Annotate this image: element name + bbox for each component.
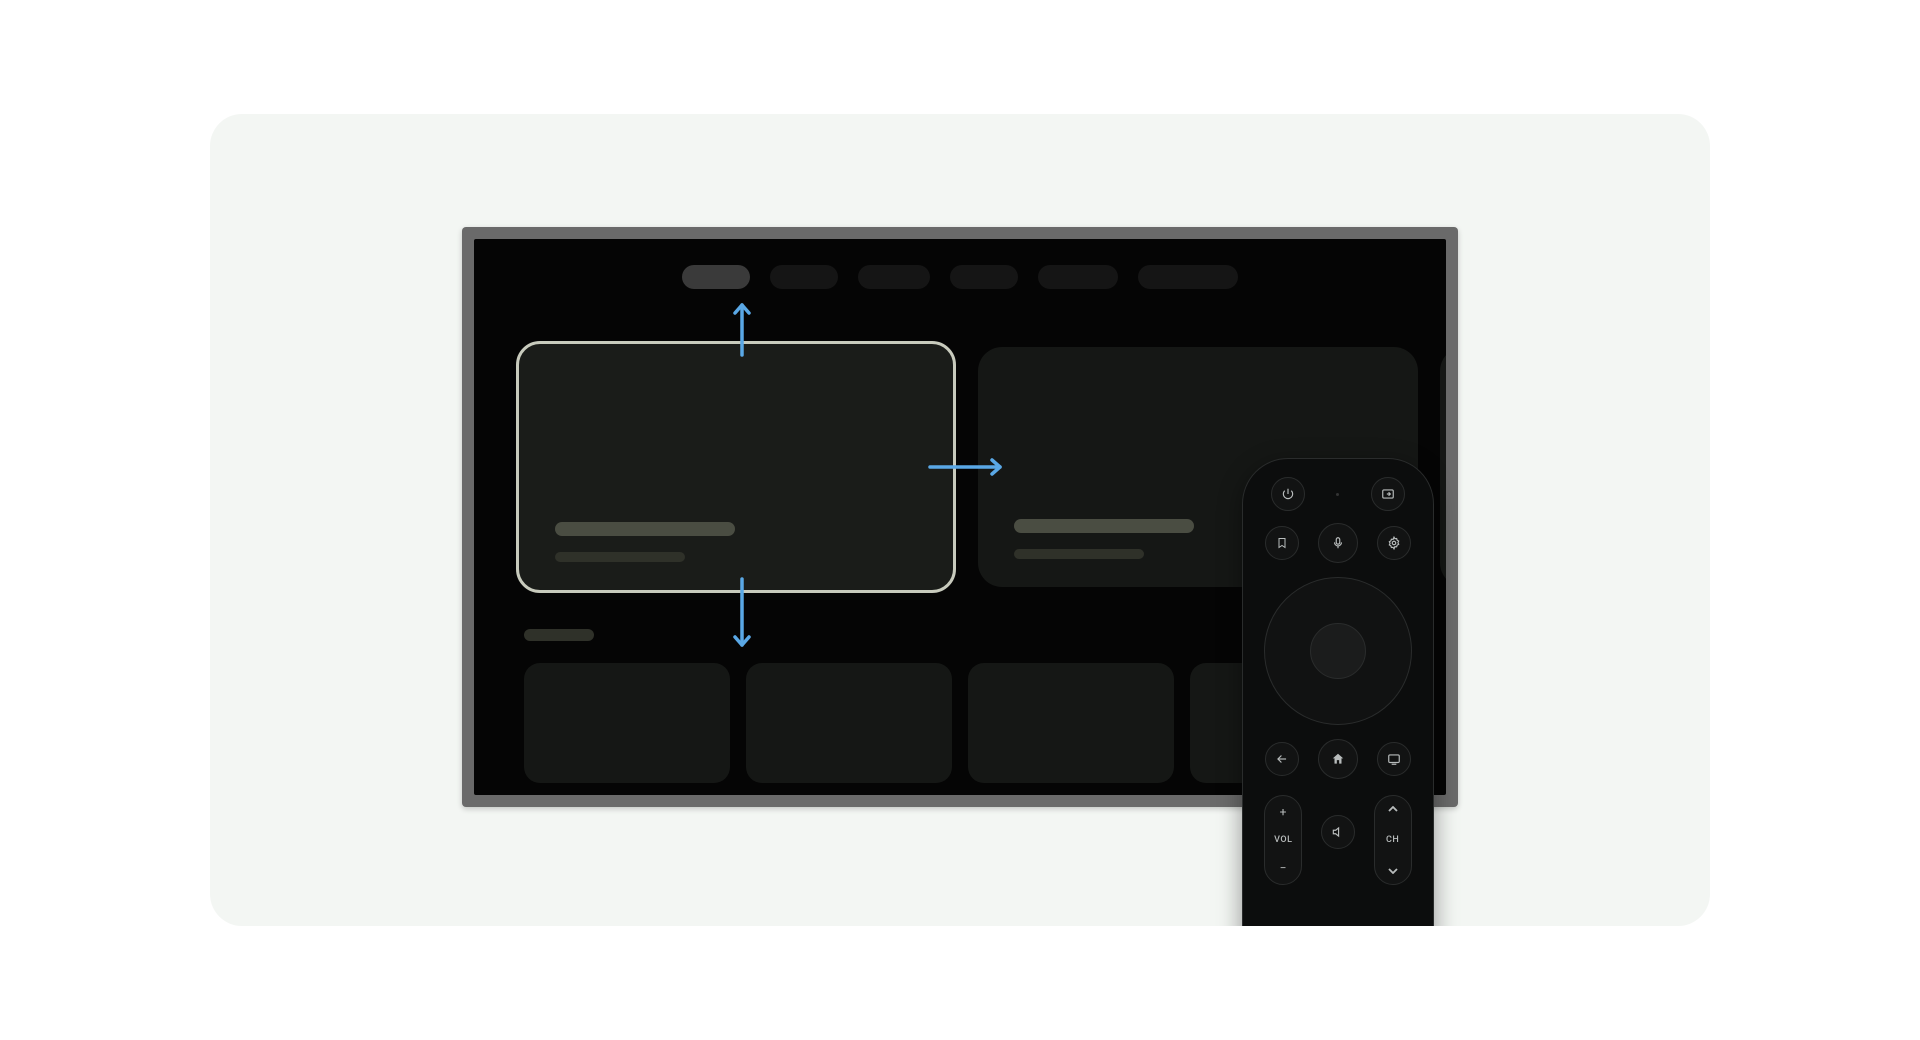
remote-top-row bbox=[1243, 477, 1433, 511]
remote-led bbox=[1336, 493, 1339, 496]
settings-button[interactable] bbox=[1377, 526, 1411, 560]
section-label-placeholder bbox=[524, 629, 594, 641]
remote-rocker-row: + VOL − CH bbox=[1243, 795, 1433, 885]
dpad-down[interactable] bbox=[1319, 680, 1359, 720]
channel-down-button[interactable] bbox=[1388, 868, 1398, 874]
tab-item[interactable] bbox=[1138, 265, 1238, 289]
dpad-up[interactable] bbox=[1319, 582, 1359, 622]
arrow-up-icon bbox=[732, 299, 752, 359]
power-button[interactable] bbox=[1271, 477, 1305, 511]
input-button[interactable] bbox=[1371, 477, 1405, 511]
placeholder-subtitle bbox=[555, 552, 685, 562]
volume-rocker: + VOL − bbox=[1264, 795, 1302, 885]
volume-up-button[interactable]: + bbox=[1280, 806, 1287, 818]
guide-button[interactable] bbox=[1377, 742, 1411, 776]
gear-icon bbox=[1387, 536, 1401, 550]
tab-item[interactable] bbox=[858, 265, 930, 289]
tab-bar bbox=[474, 265, 1446, 289]
channel-up-button[interactable] bbox=[1388, 806, 1398, 812]
remote-second-row bbox=[1243, 523, 1433, 563]
power-icon bbox=[1281, 487, 1295, 501]
placeholder-subtitle bbox=[1014, 549, 1144, 559]
chevron-up-icon bbox=[1388, 806, 1398, 812]
tab-item[interactable] bbox=[950, 265, 1018, 289]
hero-card-peek[interactable] bbox=[1440, 347, 1446, 587]
dpad-left[interactable] bbox=[1269, 632, 1309, 672]
tab-item[interactable] bbox=[1038, 265, 1118, 289]
mute-icon bbox=[1331, 825, 1345, 839]
remote-nav-row bbox=[1243, 739, 1433, 779]
dpad-select-button[interactable] bbox=[1310, 623, 1366, 679]
remote-control: + VOL − CH bbox=[1242, 458, 1434, 926]
voice-button[interactable] bbox=[1318, 523, 1358, 563]
content-card[interactable] bbox=[524, 663, 730, 783]
bookmark-button[interactable] bbox=[1265, 526, 1299, 560]
channel-label: CH bbox=[1386, 835, 1399, 845]
back-button[interactable] bbox=[1265, 742, 1299, 776]
content-card[interactable] bbox=[746, 663, 952, 783]
arrow-right-icon bbox=[926, 457, 1006, 477]
chevron-down-icon bbox=[1388, 868, 1398, 874]
tv-icon bbox=[1387, 752, 1401, 766]
home-icon bbox=[1331, 752, 1345, 766]
placeholder-title bbox=[555, 522, 735, 536]
dpad bbox=[1243, 577, 1433, 725]
volume-down-button[interactable]: − bbox=[1280, 862, 1287, 874]
content-card[interactable] bbox=[968, 663, 1174, 783]
arrow-down-icon bbox=[732, 575, 752, 651]
arrow-left-icon bbox=[1275, 752, 1289, 766]
microphone-icon bbox=[1331, 535, 1345, 551]
placeholder-title bbox=[1014, 519, 1194, 533]
dpad-right[interactable] bbox=[1367, 632, 1407, 672]
mute-button[interactable] bbox=[1321, 815, 1355, 849]
hero-card-focused[interactable] bbox=[516, 341, 956, 593]
bookmark-icon bbox=[1276, 536, 1288, 550]
tab-item[interactable] bbox=[682, 265, 750, 289]
input-icon bbox=[1381, 487, 1395, 501]
dpad-ring bbox=[1264, 577, 1412, 725]
home-button[interactable] bbox=[1318, 739, 1358, 779]
illustration-canvas: + VOL − CH bbox=[210, 114, 1710, 926]
channel-rocker: CH bbox=[1374, 795, 1412, 885]
volume-label: VOL bbox=[1274, 835, 1292, 845]
tab-item[interactable] bbox=[770, 265, 838, 289]
